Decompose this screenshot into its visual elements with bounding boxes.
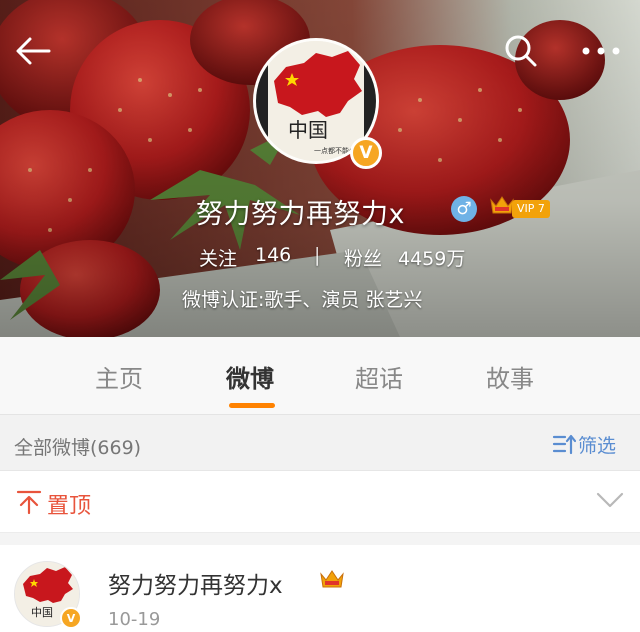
search-icon: [505, 35, 537, 67]
all-posts-count: 全部微博(669): [14, 437, 142, 459]
more-icon: [582, 47, 620, 55]
following-label[interactable]: 关注: [199, 244, 237, 271]
filter-icon: [552, 434, 576, 455]
pin-top-icon: [16, 490, 42, 515]
filter-label: 筛选: [578, 434, 617, 457]
name-row: 努力努力再努力x ♂ VIP 7: [0, 188, 640, 232]
post-avatar-text: 中国: [31, 606, 53, 619]
post-vip-crown-icon: [320, 570, 344, 588]
tab-super-topic[interactable]: 超话: [355, 359, 403, 394]
pinned-label: 置顶: [47, 494, 92, 519]
active-tab-indicator: [229, 403, 275, 408]
more-button[interactable]: [576, 26, 626, 76]
post-author-name[interactable]: 努力努力再努力x: [108, 566, 283, 600]
profile-header: 中国 一点都不能少 V 努力努力再努力x ♂ VIP 7 关注 146 | 粉丝…: [0, 0, 640, 337]
post-verified-badge: V: [60, 607, 82, 629]
verified-badge: V: [350, 137, 382, 169]
follow-stats: 关注 146 | 粉丝 4459万: [0, 244, 640, 272]
avatar-text: 中国: [288, 118, 328, 142]
tab-story[interactable]: 故事: [486, 359, 534, 394]
followers-count[interactable]: 4459万: [398, 244, 465, 271]
username: 努力努力再努力x: [196, 199, 405, 230]
pinned-section[interactable]: 置顶: [0, 471, 640, 533]
tab-weibo[interactable]: 微博: [226, 359, 274, 394]
tab-home[interactable]: 主页: [95, 359, 143, 394]
followers-label[interactable]: 粉丝: [344, 244, 382, 271]
gender-male-icon: ♂: [451, 196, 477, 222]
chevron-down-icon[interactable]: [596, 491, 624, 509]
post-date: 10-19: [108, 609, 161, 630]
post-item: 中国 V 努力努力再努力x 10-19: [0, 545, 640, 632]
vip-level-badge[interactable]: VIP 7: [512, 200, 550, 218]
stats-separator: |: [314, 244, 321, 266]
back-arrow-icon: [16, 37, 51, 65]
back-button[interactable]: [8, 26, 58, 76]
filter-bar: 全部微博(669) 筛选: [0, 415, 640, 471]
filter-button[interactable]: 筛选: [552, 431, 616, 457]
search-button[interactable]: [496, 26, 546, 76]
verification-text: 微博认证:歌手、演员 张艺兴: [182, 289, 423, 311]
following-count[interactable]: 146: [255, 244, 291, 266]
profile-tabs: 主页 微博 超话 故事: [0, 337, 640, 415]
